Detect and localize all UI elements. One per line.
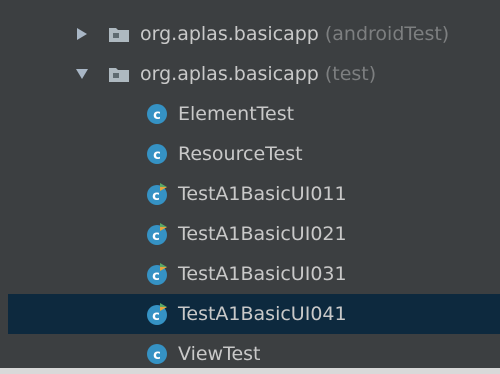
svg-text:c: c [153, 108, 161, 123]
class-row-testa1basicui031[interactable]: c TestA1BasicUI031 [8, 254, 500, 294]
test-class-icon: c [146, 303, 168, 325]
class-label: TestA1BasicUI011 [178, 183, 347, 205]
chevron-right-icon[interactable] [74, 26, 90, 42]
class-label: ResourceTest [178, 143, 303, 165]
panel-bottom-edge [0, 368, 500, 374]
project-tree-panel: org.aplas.basicapp (androidTest) org.apl… [0, 0, 500, 374]
svg-text:c: c [152, 269, 160, 284]
svg-text:c: c [152, 229, 160, 244]
test-class-icon: c [146, 223, 168, 245]
class-label: TestA1BasicUI031 [178, 263, 347, 285]
chevron-down-icon[interactable] [74, 66, 90, 82]
class-label: TestA1BasicUI041 [178, 303, 347, 325]
class-label: TestA1BasicUI021 [178, 223, 347, 245]
package-qualifier: (androidTest) [324, 23, 450, 45]
class-row-elementtest[interactable]: c ElementTest [8, 94, 500, 134]
package-name: org.aplas.basicapp [140, 23, 319, 45]
class-icon: c [146, 103, 168, 125]
class-row-testa1basicui021[interactable]: c TestA1BasicUI021 [8, 214, 500, 254]
package-name: org.aplas.basicapp [140, 63, 319, 85]
svg-text:c: c [153, 348, 161, 363]
package-row-test[interactable]: org.aplas.basicapp (test) [8, 54, 500, 94]
class-row-testa1basicui041[interactable]: c TestA1BasicUI041 [8, 294, 500, 334]
package-folder-icon [108, 25, 130, 43]
package-folder-icon [108, 65, 130, 83]
svg-text:c: c [152, 189, 160, 204]
svg-text:c: c [152, 309, 160, 324]
class-icon: c [146, 343, 168, 365]
class-row-testa1basicui011[interactable]: c TestA1BasicUI011 [8, 174, 500, 214]
svg-text:c: c [153, 148, 161, 163]
test-class-icon: c [146, 183, 168, 205]
class-label: ElementTest [178, 103, 295, 125]
package-row-androidtest[interactable]: org.aplas.basicapp (androidTest) [8, 14, 500, 54]
package-qualifier: (test) [324, 63, 377, 85]
class-label: ViewTest [178, 343, 261, 365]
test-class-icon: c [146, 263, 168, 285]
class-row-resourcetest[interactable]: c ResourceTest [8, 134, 500, 174]
class-icon: c [146, 143, 168, 165]
